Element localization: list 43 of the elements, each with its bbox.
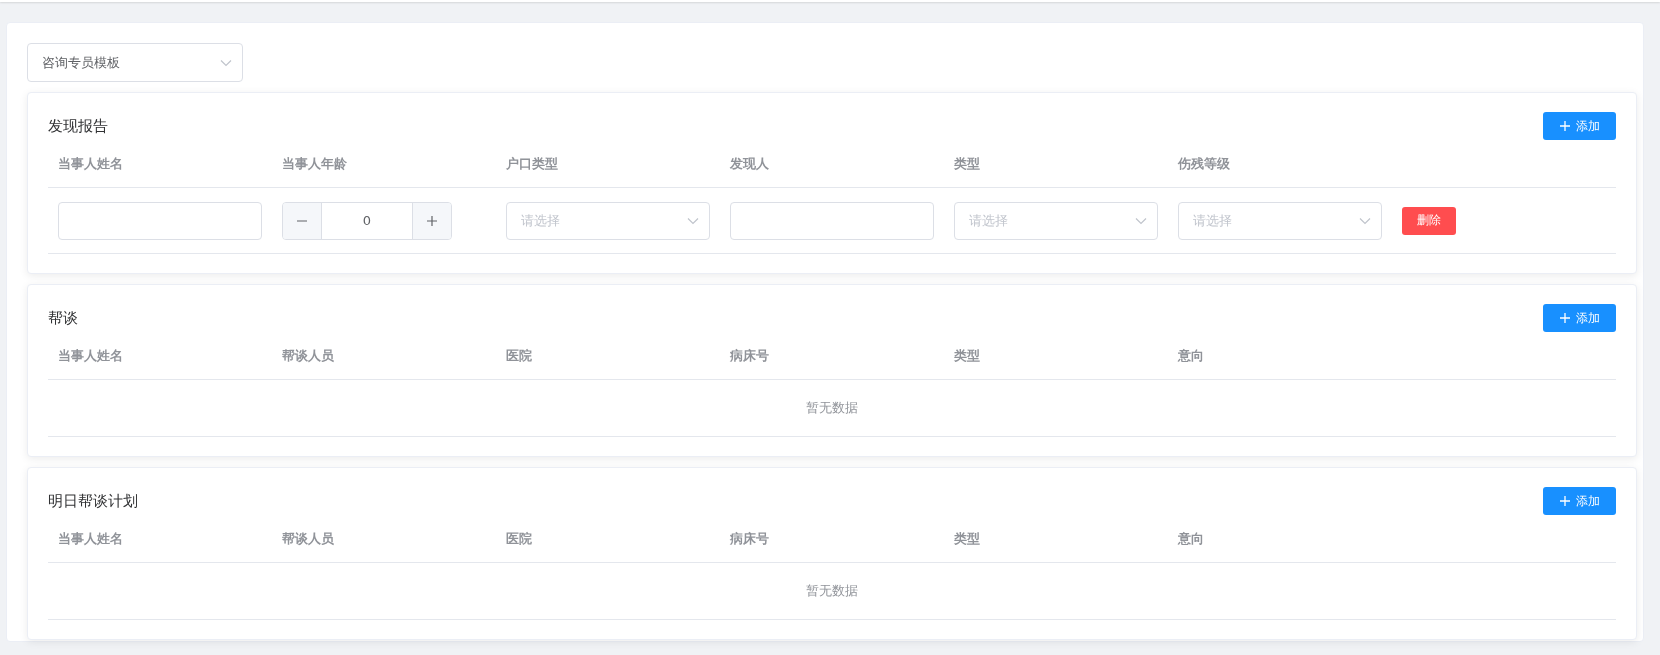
empty-text: 暂无数据	[806, 399, 858, 417]
chevron-down-icon	[1135, 216, 1147, 225]
column-header: 意向	[1177, 530, 1205, 548]
column-header: 帮谈人员	[281, 347, 335, 365]
column-header: 类型	[953, 530, 981, 548]
add-button[interactable]: 添加	[1543, 304, 1616, 332]
plus-icon[interactable]	[412, 202, 451, 239]
column-header: 户口类型	[505, 155, 559, 173]
select-field[interactable]: 请选择	[1178, 201, 1382, 240]
section-title: 明日帮谈计划	[48, 491, 138, 511]
column-header: 当事人年龄	[281, 155, 348, 173]
section-title: 帮谈	[48, 308, 78, 328]
column-header: 医院	[505, 347, 533, 365]
column-header: 病床号	[729, 347, 770, 365]
column-header: 伤残等级	[1176, 155, 1231, 173]
chevron-down-icon	[687, 216, 699, 225]
column-header: 意向	[1177, 347, 1205, 365]
chevron-down-icon	[220, 58, 232, 67]
delete-button[interactable]: 删除	[1402, 206, 1456, 235]
column-header: 病床号	[729, 530, 770, 548]
plus-icon	[1559, 120, 1571, 132]
column-header: 当事人姓名	[57, 347, 124, 365]
select-field[interactable]: 请选择	[954, 201, 1158, 240]
input-field[interactable]	[730, 201, 934, 240]
empty-text: 暂无数据	[806, 582, 858, 600]
template-select[interactable]: 咨询专员模板	[27, 43, 243, 82]
plus-icon	[1559, 312, 1571, 324]
plus-icon	[1559, 495, 1571, 507]
column-header: 当事人姓名	[57, 155, 124, 173]
column-header: 医院	[505, 530, 533, 548]
add-button[interactable]: 添加	[1543, 112, 1616, 140]
select-field[interactable]: 请选择	[506, 201, 710, 240]
column-header: 发现人	[729, 155, 770, 173]
column-header: 帮谈人员	[281, 530, 335, 548]
column-header: 类型	[953, 347, 981, 365]
minus-icon[interactable]	[283, 202, 322, 239]
column-header: 当事人姓名	[57, 530, 124, 548]
add-button[interactable]: 添加	[1543, 487, 1616, 515]
column-header: 类型	[953, 155, 981, 173]
input-field[interactable]	[58, 201, 262, 240]
number-stepper[interactable]: 0	[282, 201, 452, 240]
chevron-down-icon	[1359, 216, 1371, 225]
section-title: 发现报告	[48, 116, 108, 136]
